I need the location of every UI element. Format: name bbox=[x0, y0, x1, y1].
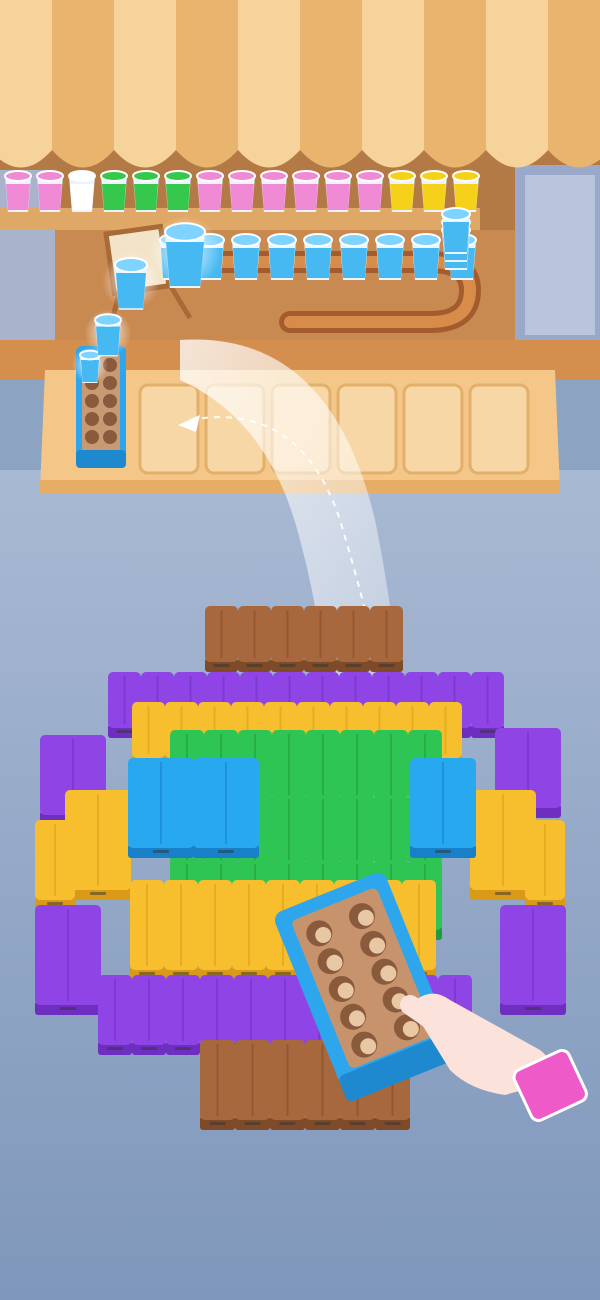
puzzle-block bbox=[130, 880, 164, 980]
awning-stripe bbox=[114, 0, 176, 150]
awning-stripe bbox=[176, 0, 238, 150]
awning-stripe bbox=[300, 0, 362, 150]
slot-tray-hole bbox=[85, 430, 99, 444]
awning-stripe bbox=[486, 0, 548, 150]
puzzle-block bbox=[500, 905, 566, 1015]
puzzle-block bbox=[370, 606, 403, 672]
flying-cup bbox=[149, 216, 221, 288]
puzzle-block bbox=[98, 975, 132, 1055]
puzzle-block bbox=[166, 975, 200, 1055]
puzzle-block bbox=[128, 758, 194, 858]
shelf-cup bbox=[324, 170, 352, 212]
conveyor-cup bbox=[267, 233, 297, 280]
shelf-cup bbox=[68, 170, 96, 212]
puzzle-block bbox=[525, 820, 565, 910]
slot-tray-hole bbox=[85, 412, 99, 426]
shelf-cup bbox=[420, 170, 448, 212]
tray-slot bbox=[468, 383, 530, 475]
shelf-cup bbox=[228, 170, 256, 212]
slot-tray-hole bbox=[103, 394, 117, 408]
shelf-cup bbox=[388, 170, 416, 212]
shelf-cup bbox=[164, 170, 192, 212]
shelf-cup bbox=[100, 170, 128, 212]
puzzle-block bbox=[410, 758, 476, 858]
awning-stripe bbox=[52, 0, 114, 150]
shelf-cup bbox=[36, 170, 64, 212]
shelf-cups bbox=[4, 170, 480, 212]
puzzle-block bbox=[238, 606, 271, 672]
awning-stripe bbox=[238, 0, 300, 150]
puzzle-block bbox=[35, 905, 101, 1015]
shelf-cup bbox=[132, 170, 160, 212]
shelf-cup bbox=[452, 170, 480, 212]
conveyor-cup bbox=[231, 233, 261, 280]
awning-stripe bbox=[548, 0, 600, 150]
puzzle-block bbox=[132, 975, 166, 1055]
shelf-cup bbox=[260, 170, 288, 212]
shelf-cup bbox=[292, 170, 320, 212]
puzzle-block bbox=[271, 606, 304, 672]
puzzle-block bbox=[235, 1040, 270, 1130]
awning-stripe bbox=[0, 0, 52, 150]
awning-stripe bbox=[424, 0, 486, 150]
conveyor-cup bbox=[375, 233, 405, 280]
slot-tray-hole bbox=[103, 412, 117, 426]
shelf-cup bbox=[356, 170, 384, 212]
conveyor-cup bbox=[303, 233, 333, 280]
puzzle-block bbox=[270, 1040, 305, 1130]
conveyor-cup bbox=[411, 233, 441, 280]
shelf-cup bbox=[4, 170, 32, 212]
slot-tray-hole bbox=[85, 394, 99, 408]
game-scene bbox=[0, 0, 600, 1300]
puzzle-block bbox=[193, 758, 259, 858]
puzzle-block bbox=[304, 606, 337, 672]
shelf-cup bbox=[196, 170, 224, 212]
slot-tray-hole bbox=[103, 376, 117, 390]
tray-slot bbox=[402, 383, 464, 475]
awning bbox=[0, 0, 600, 168]
puzzle-block bbox=[198, 880, 232, 980]
puzzle-block bbox=[35, 820, 75, 910]
puzzle-block bbox=[337, 606, 370, 672]
flying-cup bbox=[84, 309, 132, 357]
puzzle-block bbox=[200, 1040, 235, 1130]
puzzle-block bbox=[232, 880, 266, 980]
awning-stripe bbox=[362, 0, 424, 150]
conveyor-cup bbox=[339, 233, 369, 280]
slot-tray-hole bbox=[103, 430, 117, 444]
puzzle-block bbox=[205, 606, 238, 672]
puzzle-block bbox=[164, 880, 198, 980]
conveyor-cup bbox=[441, 207, 471, 254]
